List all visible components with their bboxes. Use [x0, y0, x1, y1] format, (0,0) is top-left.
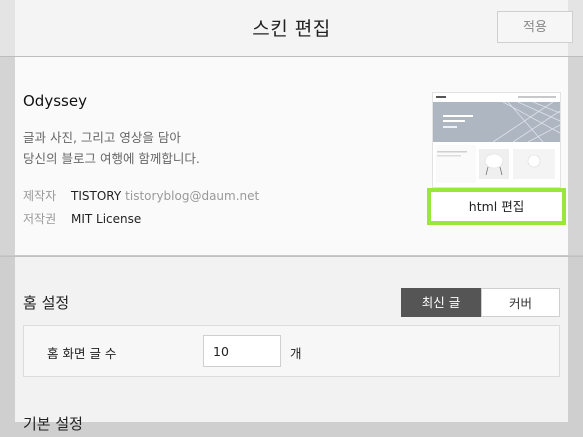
skin-preview-image: [433, 93, 560, 187]
skin-editor-frame: 스킨 편집 적용 Odyssey 글과 사진, 그리고 영상을 담아 당신의 블…: [0, 0, 583, 437]
basic-settings-title: 기본 설정: [23, 415, 83, 433]
skin-description-line: 글과 사진, 그리고 영상을 담아: [23, 130, 181, 145]
page-title: 스킨 편집: [252, 18, 331, 40]
license-row: 저작권 MIT License: [23, 210, 141, 227]
license-label: 저작권: [23, 212, 57, 226]
maker-email: tistoryblog@daum.net: [125, 189, 260, 203]
editor-header: 스킨 편집 적용: [0, 0, 583, 57]
apply-button[interactable]: 적용: [497, 11, 573, 43]
post-count-input[interactable]: [203, 335, 281, 367]
license-value: MIT License: [71, 212, 142, 226]
html-edit-button[interactable]: html 편집: [427, 188, 566, 225]
tab-cover[interactable]: 커버: [481, 288, 560, 317]
post-count-label: 홈 화면 글 수: [47, 346, 117, 361]
tab-latest-posts[interactable]: 최신 글: [401, 288, 481, 317]
skin-preview-thumbnail: [432, 92, 561, 188]
maker-label: 제작자: [23, 189, 57, 203]
skin-description-line: 당신의 블로그 여행에 함께합니다.: [23, 151, 200, 166]
post-count-unit: 개: [290, 346, 302, 361]
skin-description: 글과 사진, 그리고 영상을 담아 당신의 블로그 여행에 함께합니다.: [23, 127, 200, 169]
maker-value: TISTORY: [71, 189, 122, 203]
skin-name: Odyssey: [23, 92, 87, 110]
maker-row: 제작자 TISTORY tistoryblog@daum.net: [23, 187, 259, 204]
home-settings-title: 홈 설정: [23, 294, 70, 312]
